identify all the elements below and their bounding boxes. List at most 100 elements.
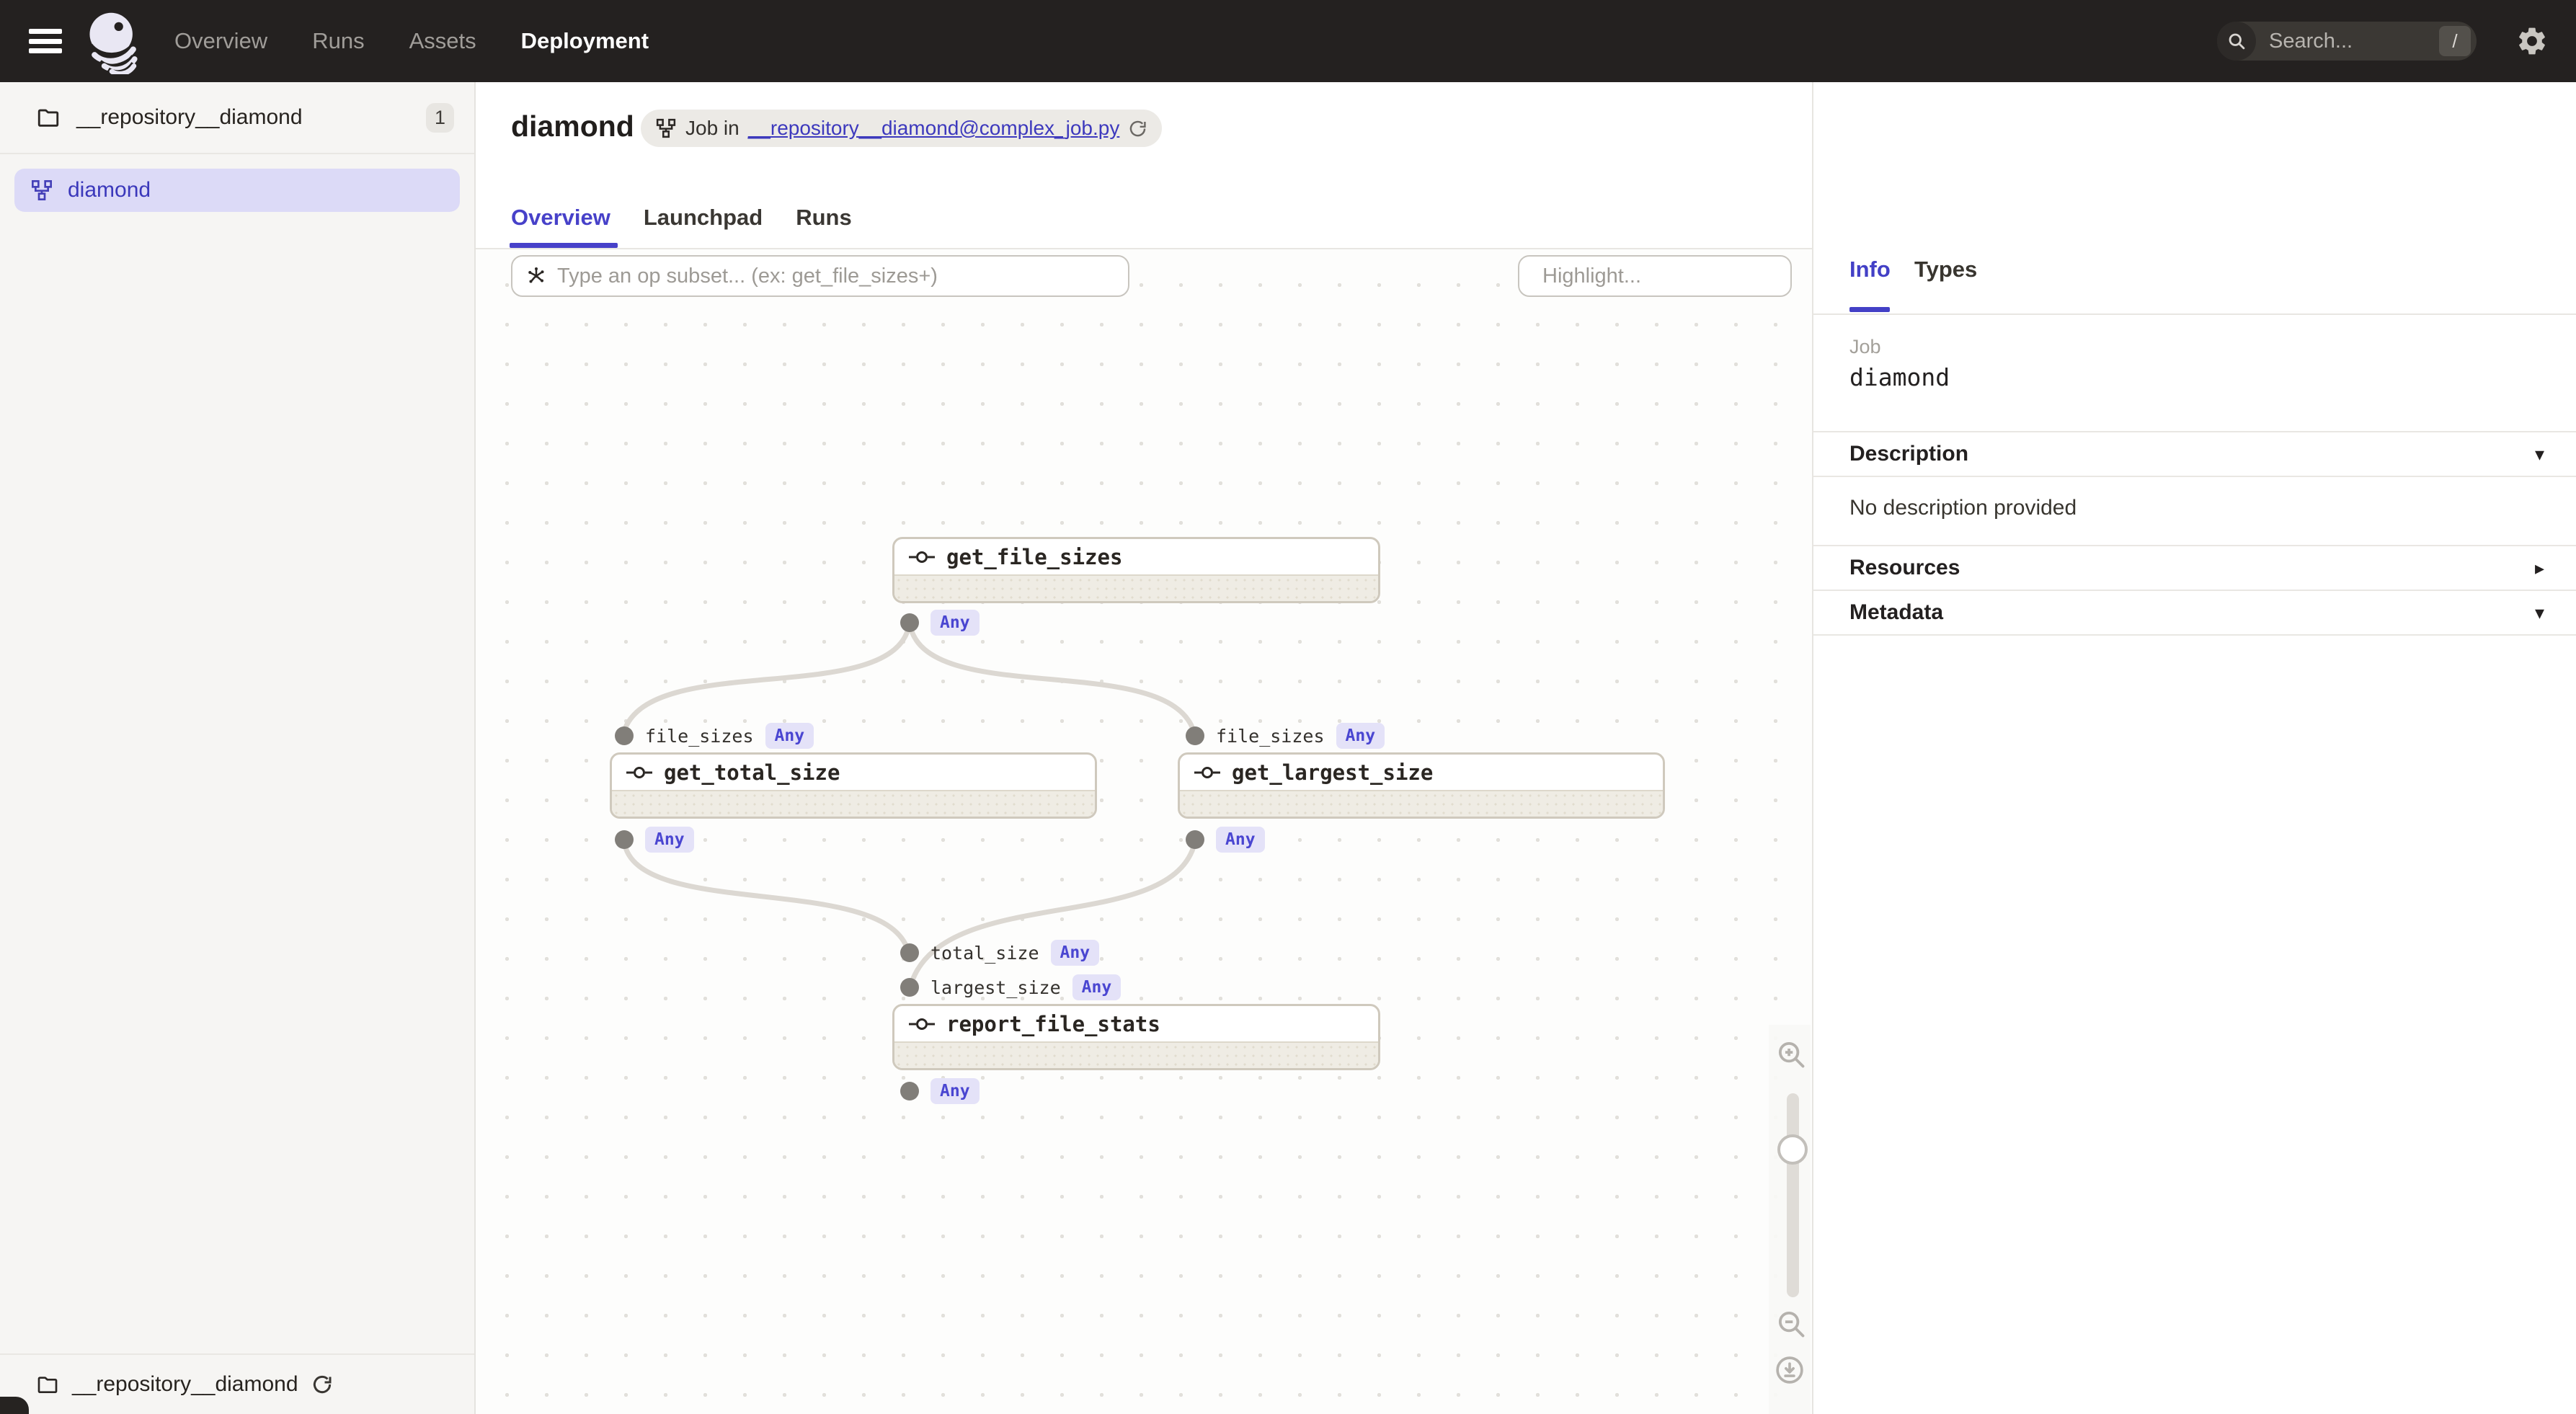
panel-tab-info[interactable]: Info xyxy=(1849,257,1891,283)
section-divider xyxy=(1813,634,2576,636)
port-dot xyxy=(1186,830,1204,849)
nav-deployment[interactable]: Deployment xyxy=(521,28,649,54)
type-badge-any[interactable]: Any xyxy=(1051,940,1100,966)
highlight-input[interactable] xyxy=(1542,264,1814,288)
download-image-icon[interactable] xyxy=(1774,1354,1807,1387)
section-resources-header[interactable]: Resources ▸ xyxy=(1813,545,2576,590)
panel-tab-types[interactable]: Types xyxy=(1914,257,1977,283)
op-node-config-strip xyxy=(612,790,1095,817)
tab-runs[interactable]: Runs xyxy=(796,205,852,248)
port-label: total_size xyxy=(931,943,1039,964)
port-dot xyxy=(900,1082,919,1100)
type-badge-any[interactable]: Any xyxy=(1336,723,1385,749)
op-icon xyxy=(909,1015,935,1033)
op-node-get-largest-size[interactable]: get_largest_size xyxy=(1178,752,1665,819)
sidebar-footer: __repository__diamond xyxy=(0,1353,474,1414)
type-badge-any[interactable]: Any xyxy=(1072,974,1122,1000)
zoom-slider-handle[interactable] xyxy=(1777,1134,1808,1165)
app-root: Overview Runs Assets Deployment Search..… xyxy=(0,0,2576,1414)
search-icon xyxy=(2217,22,2256,61)
op-icon xyxy=(1194,764,1220,781)
job-graph-icon xyxy=(30,179,53,202)
section-description-header[interactable]: Description ▾ xyxy=(1813,431,2576,476)
op-subset-filter xyxy=(511,255,1129,297)
type-badge-any[interactable]: Any xyxy=(765,723,814,749)
sidebar-item-diamond[interactable]: diamond xyxy=(14,169,460,212)
type-badge-any[interactable]: Any xyxy=(931,1078,980,1104)
tab-overview[interactable]: Overview xyxy=(511,205,610,248)
op-node-report-file-stats[interactable]: report_file_stats xyxy=(892,1004,1380,1070)
tab-launchpad[interactable]: Launchpad xyxy=(644,205,763,248)
job-pill-link[interactable]: __repository__diamond@complex_job.py xyxy=(748,117,1120,140)
output-port-get-file-sizes: Any xyxy=(900,613,980,632)
repo-header[interactable]: __repository__diamond 1 xyxy=(0,82,474,154)
reload-icon[interactable] xyxy=(1128,119,1147,138)
nav-links: Overview Runs Assets Deployment xyxy=(174,28,649,54)
input-port-largest-size: largest_size Any xyxy=(900,978,1121,997)
page-header: diamond Job in __repository__diamond@com… xyxy=(476,82,1812,249)
sidebar-item-label: diamond xyxy=(68,178,151,203)
repo-count-badge: 1 xyxy=(426,103,454,133)
op-node-get-total-size[interactable]: get_total_size xyxy=(610,752,1097,819)
input-port-file-sizes-right: file_sizes Any xyxy=(1186,726,1385,745)
gear-icon[interactable] xyxy=(2515,25,2549,58)
graph-canvas[interactable]: get_file_sizes get_total_size xyxy=(476,249,1812,1414)
reload-icon[interactable] xyxy=(311,1374,333,1395)
op-subset-input[interactable] xyxy=(557,264,1115,288)
section-title: Resources xyxy=(1849,556,1960,580)
highlight-filter xyxy=(1518,255,1792,297)
job-breadcrumb-pill: Job in __repository__diamond@complex_job… xyxy=(641,110,1162,147)
dagster-logo-icon[interactable] xyxy=(81,8,147,74)
port-dot xyxy=(900,613,919,632)
zoom-in-icon[interactable] xyxy=(1775,1038,1808,1071)
panel-job-label: Job xyxy=(1849,336,1881,358)
op-icon xyxy=(909,548,935,566)
global-search[interactable]: Search... / xyxy=(2217,22,2477,61)
nav-runs[interactable]: Runs xyxy=(312,28,364,54)
zoom-slider-track[interactable] xyxy=(1787,1093,1799,1297)
output-port-report-file-stats: Any xyxy=(900,1082,980,1100)
job-tabs: Overview Launchpad Runs xyxy=(511,205,852,248)
job-graph-icon xyxy=(655,117,677,139)
type-badge-any[interactable]: Any xyxy=(931,610,980,636)
type-badge-any[interactable]: Any xyxy=(645,827,694,853)
input-port-total-size: total_size Any xyxy=(900,943,1099,962)
nav-overview[interactable]: Overview xyxy=(174,28,267,54)
panel-job-name: diamond xyxy=(1849,363,1950,391)
type-badge-any[interactable]: Any xyxy=(1216,827,1265,853)
port-label: largest_size xyxy=(931,977,1061,998)
nav-assets[interactable]: Assets xyxy=(409,28,476,54)
port-dot xyxy=(900,978,919,997)
section-description-content: No description provided xyxy=(1813,476,2576,545)
op-node-config-strip xyxy=(1180,790,1663,817)
menu-button[interactable] xyxy=(29,29,63,53)
folder-icon xyxy=(36,105,61,130)
port-label: file_sizes xyxy=(645,726,754,747)
job-pill-prefix: Job in xyxy=(685,117,740,140)
op-node-get-file-sizes[interactable]: get_file_sizes xyxy=(892,537,1380,603)
chevron-down-icon: ▾ xyxy=(2535,443,2544,466)
top-nav: Overview Runs Assets Deployment Search..… xyxy=(0,0,2576,82)
output-port-get-total-size: Any xyxy=(615,830,694,849)
folder-icon xyxy=(36,1373,59,1396)
op-node-name: get_file_sizes xyxy=(946,545,1122,569)
zoom-out-icon[interactable] xyxy=(1775,1307,1808,1340)
info-panel: Info Types Job diamond Description ▾ No … xyxy=(1812,82,2576,1414)
chevron-right-icon: ▸ xyxy=(2535,557,2544,579)
port-dot xyxy=(615,726,634,745)
port-dot xyxy=(900,943,919,962)
section-title: Metadata xyxy=(1849,600,1943,625)
page-title: diamond xyxy=(511,110,634,143)
repo-name: __repository__diamond xyxy=(76,105,303,130)
section-metadata-header[interactable]: Metadata ▾ xyxy=(1813,590,2576,634)
panel-tab-divider xyxy=(1813,314,2576,315)
nav-right: Search... / xyxy=(2217,22,2576,61)
op-node-name: get_largest_size xyxy=(1232,760,1433,785)
port-dot xyxy=(615,830,634,849)
chevron-down-icon: ▾ xyxy=(2535,602,2544,624)
search-placeholder: Search... xyxy=(2269,30,2439,53)
panel-sections: Description ▾ No description provided Re… xyxy=(1813,431,2576,636)
port-label: file_sizes xyxy=(1216,726,1325,747)
op-node-name: report_file_stats xyxy=(946,1012,1160,1036)
op-selector-icon xyxy=(525,265,547,287)
